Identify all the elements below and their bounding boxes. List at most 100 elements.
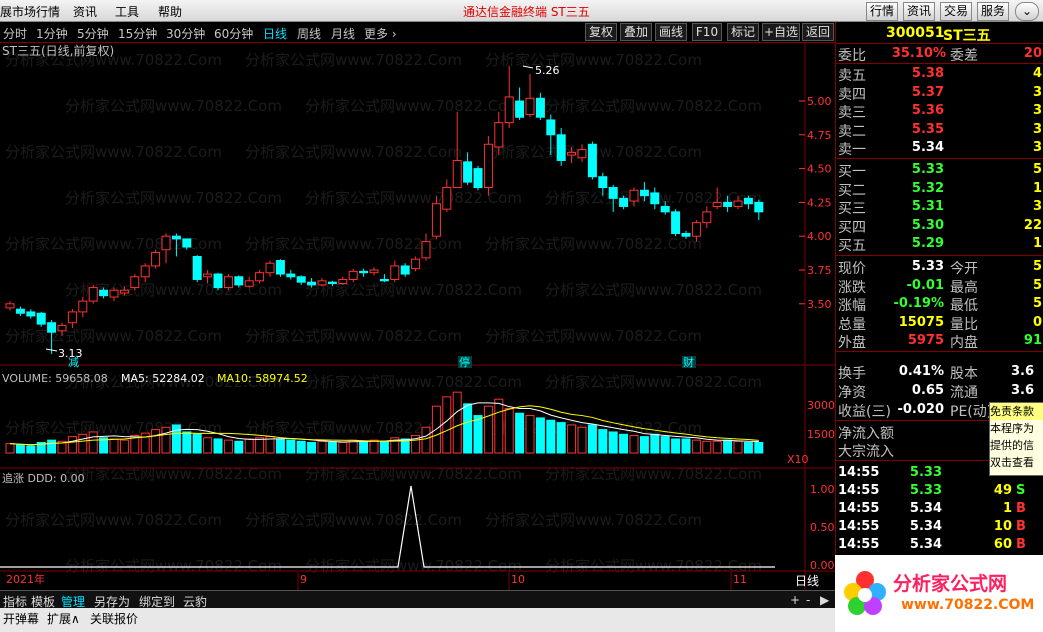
stat-label: 收益(三) xyxy=(838,404,891,420)
period-month[interactable]: 月线 xyxy=(331,25,355,42)
period-more[interactable]: 更多 › xyxy=(364,25,397,42)
candle-body xyxy=(203,273,213,278)
candle-body xyxy=(556,134,566,161)
stat-label: 外盘 xyxy=(838,335,866,351)
volume-bar xyxy=(234,440,244,454)
period-week[interactable]: 周线 xyxy=(297,25,321,42)
related-quote[interactable]: 关联报价 xyxy=(90,610,138,627)
trade-button[interactable]: 交易 xyxy=(940,2,972,21)
window-title: 通达信金融终端 ST三五 xyxy=(463,5,590,19)
divider xyxy=(836,255,1043,256)
menu-help[interactable]: 帮助 xyxy=(158,3,182,20)
candle-body xyxy=(473,168,483,189)
watermark-text: 分析家公式网www.70822.Com xyxy=(485,51,702,69)
stat-label: 股本 xyxy=(950,366,978,382)
volume-bar xyxy=(359,440,369,454)
stat-value: 5.33 xyxy=(911,259,944,274)
chart-area[interactable]: 分析家公式网www.70822.Com 分析家公式网www.70822.Com 分析… xyxy=(0,43,835,590)
menu-news[interactable]: 资讯 xyxy=(73,3,97,20)
danmu-toggle[interactable]: 开弹幕 xyxy=(3,610,39,627)
candle-body xyxy=(608,187,618,199)
zoom-in-icon[interactable]: + xyxy=(790,593,800,607)
high-label: 5.26 xyxy=(535,64,560,77)
service-button[interactable]: 服务 xyxy=(977,2,1009,21)
volume-bar xyxy=(515,412,525,454)
candle-body xyxy=(567,151,577,156)
price-axis: 5.00 4.75 4.50 4.25 4.00 3.75 3.50 xyxy=(799,95,832,311)
stat-value: 5975 xyxy=(907,333,944,348)
period-60min[interactable]: 60分钟 xyxy=(214,25,253,42)
overlay-button[interactable]: 叠加 xyxy=(620,23,652,41)
volume-bar xyxy=(140,432,150,454)
candle-body xyxy=(161,235,171,251)
candle-body xyxy=(192,255,202,280)
chevron-down-icon[interactable]: ⌄ xyxy=(1015,2,1039,21)
marker-reduce[interactable]: 减 xyxy=(68,356,79,369)
candle-body xyxy=(5,303,15,309)
marker-finance[interactable]: 财 xyxy=(683,355,694,369)
candle-body xyxy=(629,189,639,202)
menu-tools[interactable]: 工具 xyxy=(115,3,139,20)
period-day[interactable]: 日线 xyxy=(263,25,287,42)
menu-market[interactable]: 展市场行情 xyxy=(0,3,60,20)
candle-body xyxy=(535,97,545,118)
watermark-layer: 分析家公式网www.70822.Com 分析家公式网www.70822.Com 分析… xyxy=(5,51,762,575)
candle-body xyxy=(587,143,597,178)
volume-bar xyxy=(223,439,233,454)
mark-button[interactable]: 标记 xyxy=(727,23,759,41)
watermark-text: 分析家公式网www.70822.Com xyxy=(485,235,702,253)
watermark-text: 分析家公式网www.70822.Com xyxy=(485,327,702,345)
period-1min[interactable]: 1分钟 xyxy=(36,25,68,42)
tick-time: 14:55 xyxy=(838,483,880,498)
stat-value: 0.65 xyxy=(911,383,944,398)
divider xyxy=(836,351,1043,352)
flow-label: 净流入额 xyxy=(838,426,894,442)
tooltip-line: 本程序为 xyxy=(990,422,1034,435)
watermark-text: 分析家公式网www.70822.Com xyxy=(485,511,702,529)
f10-button[interactable]: F10 xyxy=(692,23,722,41)
info-button[interactable]: 资讯 xyxy=(903,2,935,21)
candle-body xyxy=(234,276,244,286)
date-month-11: 11 xyxy=(733,573,747,586)
play-icon[interactable]: ▶ xyxy=(820,593,829,607)
candle-body xyxy=(411,258,421,270)
stat-value: 91 xyxy=(1023,333,1042,348)
volume-bar xyxy=(5,443,15,454)
period-30min[interactable]: 30分钟 xyxy=(166,25,205,42)
back-button[interactable]: 返回 xyxy=(802,23,834,41)
bid-volume: 3 xyxy=(1032,199,1042,214)
draw-button[interactable]: 画线 xyxy=(655,23,687,41)
volume-bar xyxy=(650,433,660,454)
candle-body xyxy=(151,251,161,267)
expand-toggle[interactable]: 扩展∧ xyxy=(47,610,80,627)
tick-volume: 10 xyxy=(993,519,1012,534)
tick-time: 14:55 xyxy=(838,465,880,480)
volume-bar xyxy=(15,444,25,454)
ind-axis-0: 0.00 xyxy=(810,559,835,572)
candle-body xyxy=(681,232,691,237)
marker-halt[interactable]: 停 xyxy=(459,355,470,369)
period-tick[interactable]: 分时 xyxy=(3,25,27,42)
volume-bar xyxy=(608,431,618,454)
period-15min[interactable]: 15分钟 xyxy=(118,25,157,42)
add-watchlist-button[interactable]: +自选 xyxy=(762,23,800,41)
date-year: 2021年 xyxy=(6,572,45,586)
ask-price: 5.37 xyxy=(911,84,944,100)
date-month-10: 10 xyxy=(511,573,525,586)
disclaimer-tooltip[interactable]: 免责条款 本程序为 提供的信 双击查看 xyxy=(989,402,1043,476)
zoom-out-icon[interactable]: - xyxy=(806,593,810,607)
volume-bar xyxy=(598,429,608,454)
ask-label: 卖三 xyxy=(838,105,866,121)
quote-button[interactable]: 行情 xyxy=(866,2,898,21)
candle-body xyxy=(244,280,254,287)
adjust-button[interactable]: 复权 xyxy=(585,23,617,41)
tick-time: 14:55 xyxy=(838,501,880,516)
candle-body xyxy=(359,270,369,274)
period-5min[interactable]: 5分钟 xyxy=(77,25,109,42)
volume-bar xyxy=(421,426,431,454)
stat-label: 净资 xyxy=(838,385,866,401)
candle-body xyxy=(598,176,608,189)
volume-bar xyxy=(691,439,701,454)
candle-body xyxy=(483,143,493,189)
price-tick-label: 4.00 xyxy=(807,230,832,243)
